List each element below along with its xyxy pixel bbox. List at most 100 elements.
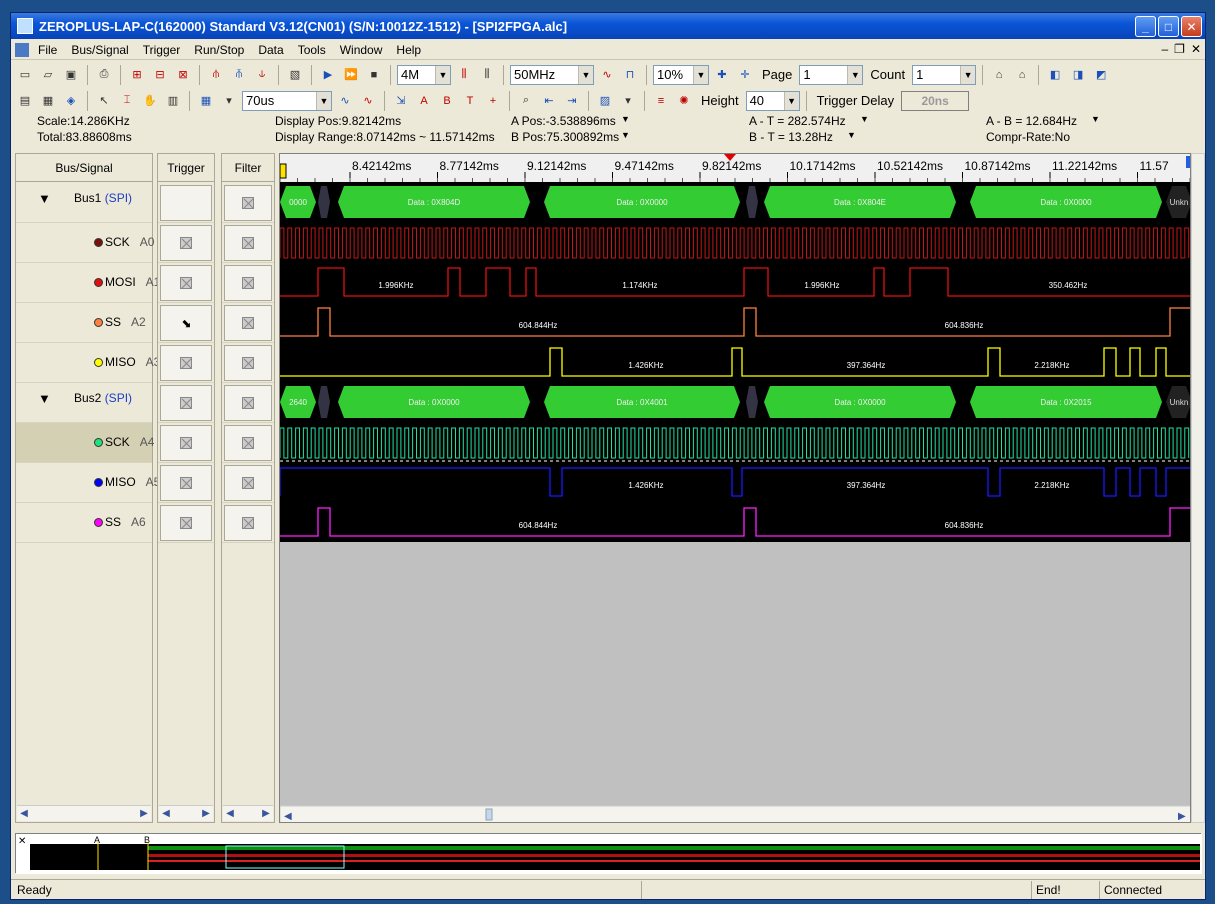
filter-setting[interactable] xyxy=(224,265,272,301)
chevron-down-icon[interactable]: ▼ xyxy=(847,130,856,140)
chevron-down-icon[interactable]: ▾ xyxy=(618,91,638,111)
filter-cell[interactable] xyxy=(222,303,274,343)
trigger-setting[interactable] xyxy=(160,345,212,381)
overview-strip[interactable]: A B ✕ xyxy=(15,833,1202,874)
trigger-cell[interactable] xyxy=(158,223,214,263)
mdi-minimize-button[interactable]: – xyxy=(1161,42,1168,56)
filter-cell[interactable] xyxy=(222,223,274,263)
new-file-icon[interactable]: ▭ xyxy=(15,65,35,85)
filter-setting[interactable] xyxy=(224,425,272,461)
stop-icon[interactable]: ■ xyxy=(364,65,384,85)
signal-row[interactable]: MISO A5 xyxy=(16,463,160,503)
filter-setting[interactable] xyxy=(224,385,272,421)
minimize-button[interactable]: _ xyxy=(1135,16,1156,37)
filter-setting[interactable] xyxy=(224,305,272,341)
run-repeat-icon[interactable]: ⏩ xyxy=(341,65,361,85)
filter-cell[interactable] xyxy=(222,463,274,503)
menu-help[interactable]: Help xyxy=(389,43,428,57)
window-cascade-icon[interactable]: ◨ xyxy=(1068,65,1088,85)
save-icon[interactable]: ▣ xyxy=(61,65,81,85)
signal-split-icon[interactable]: ⫛ xyxy=(206,65,226,85)
menu-data[interactable]: Data xyxy=(251,43,290,57)
bus-row[interactable]: ▼ Bus2 (SPI) xyxy=(16,383,152,423)
chevron-down-icon[interactable]: ▾ xyxy=(219,91,239,111)
menu-window[interactable]: Window xyxy=(333,43,390,57)
filter-setting[interactable] xyxy=(224,505,272,541)
plus-bar-icon[interactable]: + xyxy=(483,91,503,111)
b-bar-icon[interactable]: B xyxy=(437,91,457,111)
filter-setting[interactable] xyxy=(224,345,272,381)
binoculars-search-icon[interactable]: ⌕ xyxy=(516,91,536,111)
a-b-text[interactable]: A - B = 12.684Hz xyxy=(986,114,1077,128)
bus-edit-icon[interactable]: ⊟ xyxy=(150,65,170,85)
menu-file[interactable]: File xyxy=(31,43,64,57)
scroll-left-icon[interactable]: ◀ xyxy=(17,808,31,819)
filter-cell[interactable] xyxy=(222,183,274,223)
filter-cell[interactable] xyxy=(222,263,274,303)
jump-back-icon[interactable]: ⇤ xyxy=(539,91,559,111)
menu-run-stop[interactable]: Run/Stop xyxy=(187,43,251,57)
hand-pan-icon[interactable]: ✋ xyxy=(140,91,160,111)
clock-sync-icon[interactable]: ⊓ xyxy=(620,65,640,85)
chevron-down-icon[interactable]: ▼ xyxy=(1091,114,1100,124)
jump-forward-icon[interactable]: ⇥ xyxy=(562,91,582,111)
signal-group-icon[interactable]: ⫝ xyxy=(252,65,272,85)
list-view-icon[interactable]: ▤ xyxy=(15,91,35,111)
mdi-close-button[interactable]: ✕ xyxy=(1191,42,1201,56)
layers-icon[interactable]: ◈ xyxy=(61,91,81,111)
b-pos-text[interactable]: B Pos:75.300892ms xyxy=(511,130,619,144)
menu-trigger[interactable]: Trigger xyxy=(136,43,188,57)
trigger-setting[interactable] xyxy=(160,185,212,221)
bus-remove-icon[interactable]: ⊠ xyxy=(173,65,193,85)
waveform-canvas[interactable]: 8.42142ms 8.77142ms 9.12142ms 9.47142ms 9.82… xyxy=(280,154,1191,823)
trigger-setting[interactable] xyxy=(160,385,212,421)
trigger-setting[interactable]: ⬊ xyxy=(160,305,212,341)
memory-mode-icon[interactable]: ⫼ xyxy=(454,65,474,85)
memory-depth-select[interactable]: 4M ▼ xyxy=(397,64,451,85)
signal-row[interactable]: SCK A4 xyxy=(16,423,154,463)
pointer-icon[interactable]: ↖ xyxy=(94,91,114,111)
a-t-text[interactable]: A - T = 282.574Hz xyxy=(749,114,846,128)
overview-canvas[interactable]: A B ✕ xyxy=(16,834,1202,874)
chevron-down-icon[interactable]: ▼ xyxy=(621,130,630,140)
mdi-restore-button[interactable]: ❐ xyxy=(1174,42,1185,56)
signal-row[interactable]: MOSI A1 xyxy=(16,263,160,303)
trigger-setting[interactable] xyxy=(160,425,212,461)
window-arrange-icon[interactable]: ◩ xyxy=(1091,65,1111,85)
scroll-right-icon[interactable]: ▶ xyxy=(259,808,273,819)
open-folder-icon[interactable]: ▱ xyxy=(38,65,58,85)
cursor-bar-icon[interactable]: ⇲ xyxy=(391,91,411,111)
trigger-cell[interactable] xyxy=(158,463,214,503)
signal-row[interactable]: SCK A0 xyxy=(16,223,154,263)
trigger-cell[interactable] xyxy=(158,263,214,303)
filter-setting[interactable] xyxy=(224,225,272,261)
signal-row[interactable]: SS A2 xyxy=(16,303,152,343)
filter-cell[interactable] xyxy=(222,383,274,423)
bus-signal-scrollbar[interactable]: ◀ ▶ xyxy=(17,805,151,821)
grid-view-icon[interactable]: ▦ xyxy=(38,91,58,111)
zoom-in-icon[interactable]: ✚ xyxy=(712,65,732,85)
filter-setting[interactable] xyxy=(224,465,272,501)
waveform-vertical-scrollbar[interactable] xyxy=(1191,153,1205,823)
page-select[interactable]: 1 ▼ xyxy=(799,64,864,85)
trigger-setting[interactable] xyxy=(160,225,212,261)
trigger-scrollbar[interactable]: ◀ ▶ xyxy=(159,805,213,821)
menu-tools[interactable]: Tools xyxy=(291,43,333,57)
trigger-setting[interactable] xyxy=(160,505,212,541)
signal-row[interactable]: MISO A3 xyxy=(16,343,160,383)
trigger-cell[interactable]: ⬊ xyxy=(158,303,214,343)
cursor-select-icon[interactable]: ⌶ xyxy=(117,91,137,111)
filter-cell[interactable] xyxy=(222,423,274,463)
bus-signal-header[interactable]: Bus/Signal xyxy=(16,154,152,182)
trigger-setting[interactable] xyxy=(160,465,212,501)
scroll-right-icon[interactable]: ▶ xyxy=(199,808,213,819)
filter-setting[interactable] xyxy=(224,185,272,221)
waveform-icon[interactable]: ∿ xyxy=(335,91,355,111)
collapse-icon[interactable]: ▼ xyxy=(38,391,51,406)
scroll-left-icon[interactable]: ◀ xyxy=(159,808,173,819)
run-icon[interactable]: ▶ xyxy=(318,65,338,85)
measure-icon[interactable]: ▥ xyxy=(163,91,183,111)
display-mode-icon[interactable]: ▦ xyxy=(196,91,216,111)
waveform-alt-icon[interactable]: ∿ xyxy=(358,91,378,111)
gear-icon[interactable]: ✺ xyxy=(674,91,694,111)
